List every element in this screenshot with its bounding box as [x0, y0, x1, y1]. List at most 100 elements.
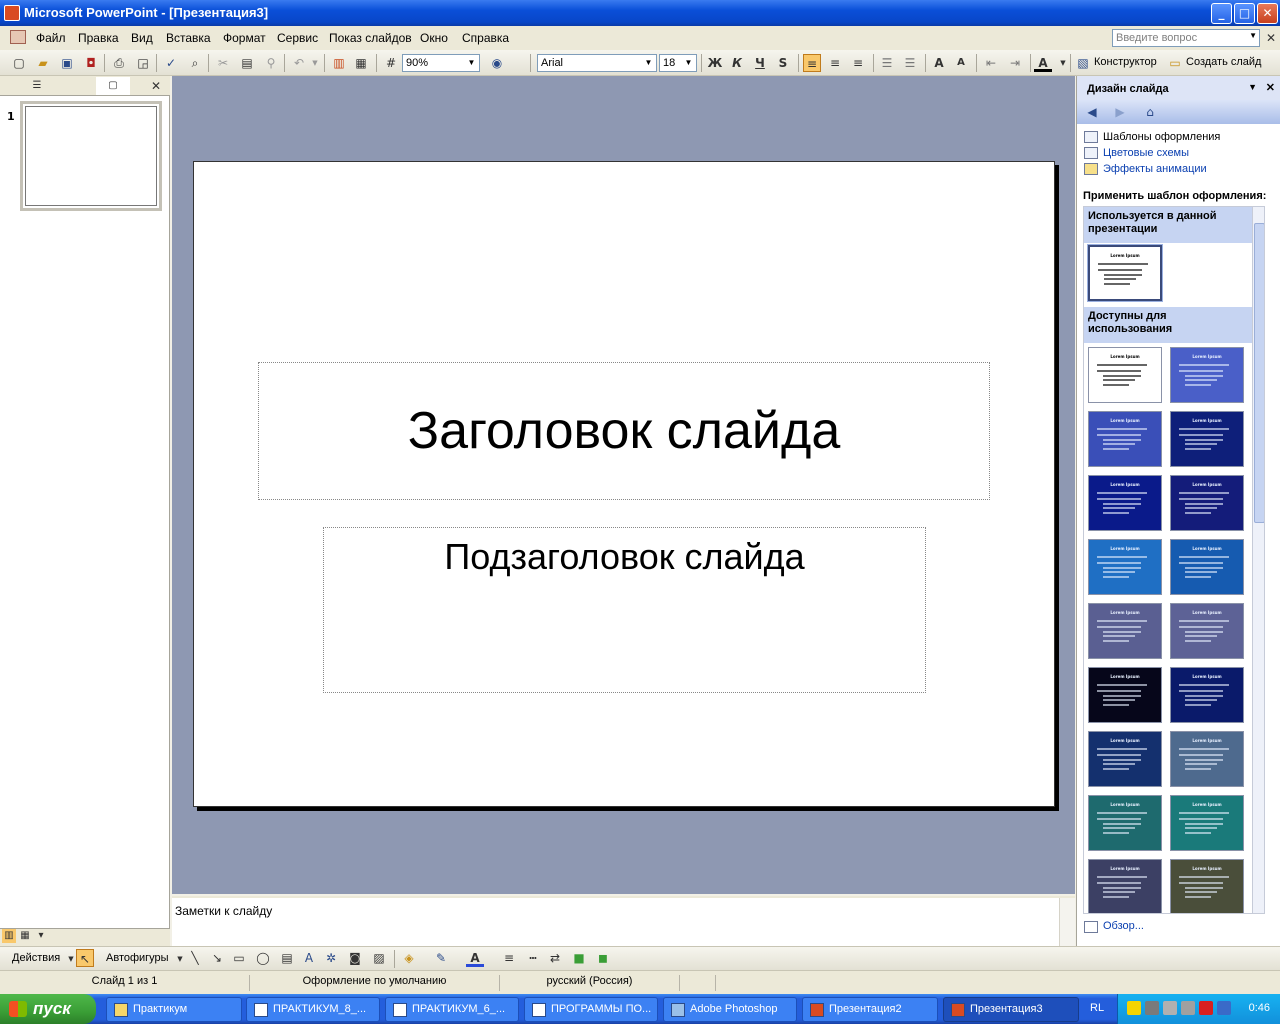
print-icon[interactable]: ⎙ [110, 54, 128, 72]
menu-slideshow[interactable]: Показ слайдов [329, 31, 412, 45]
menu-tools[interactable]: Сервис [277, 31, 318, 45]
design-template-thumbnail[interactable]: Lorem Ipsum [1170, 731, 1244, 787]
numbering-icon[interactable]: ☰ [878, 54, 896, 72]
save-icon[interactable]: ▣ [58, 54, 76, 72]
taskbar-button-presentation3[interactable]: Презентация3 [943, 997, 1079, 1022]
menu-file[interactable]: Файл [36, 31, 66, 45]
gallery-scrollbar[interactable] [1252, 207, 1264, 913]
chevron-down-icon[interactable]: ▼ [642, 56, 655, 70]
close-button[interactable]: ✕ [1257, 3, 1278, 24]
taskbar-button-praktikum6[interactable]: ПРАКТИКУМ_6_... [385, 997, 519, 1022]
chevron-down-icon[interactable]: ▼ [682, 56, 695, 70]
menu-window[interactable]: Окно [420, 31, 448, 45]
design-template-thumbnail[interactable]: Lorem Ipsum [1088, 475, 1162, 531]
slide-thumbnail[interactable] [20, 101, 162, 211]
home-icon[interactable]: ⌂ [1141, 104, 1159, 120]
chevron-down-icon[interactable]: ▼ [465, 56, 478, 70]
decrease-indent-icon[interactable]: ⇤ [982, 54, 1000, 72]
grid-icon[interactable]: # [382, 54, 400, 72]
font-select[interactable]: Arial ▼ [537, 54, 657, 72]
dash-style-icon[interactable]: ┅ [524, 949, 542, 967]
oval-icon[interactable]: ◯ [254, 949, 272, 967]
insert-table-icon[interactable]: ▦ [352, 54, 370, 72]
zoom-select[interactable]: 90% ▼ [402, 54, 480, 72]
new-file-icon[interactable]: ▢ [10, 54, 28, 72]
design-template-thumbnail[interactable]: Lorem Ipsum [1170, 411, 1244, 467]
align-left-icon[interactable]: ≡ [803, 54, 821, 72]
scrollbar-thumb[interactable] [1254, 223, 1264, 523]
bold-button[interactable]: Ж [706, 54, 724, 72]
close-icon[interactable]: ✕ [147, 77, 165, 95]
normal-view-icon[interactable]: ▥ [2, 929, 16, 943]
menu-edit[interactable]: Правка [78, 31, 119, 45]
wordart-icon[interactable]: A [300, 949, 318, 967]
design-template-thumbnail[interactable]: Lorem Ipsum [1088, 411, 1162, 467]
design-template-thumbnail[interactable]: Lorem Ipsum [1170, 347, 1244, 403]
minimize-button[interactable]: _ [1211, 3, 1232, 24]
design-template-thumbnail[interactable]: Lorem Ipsum [1088, 667, 1162, 723]
research-icon[interactable]: ⌕ [186, 54, 204, 72]
back-icon[interactable]: ◀ [1083, 104, 1101, 120]
line-style-icon[interactable]: ≡ [500, 949, 518, 967]
line-icon[interactable]: ╲ [186, 949, 204, 967]
insert-chart-icon[interactable]: ▥ [330, 54, 348, 72]
decrease-font-icon[interactable]: A [952, 54, 970, 72]
slide-subtitle-placeholder[interactable]: Подзаголовок слайда [323, 527, 926, 693]
textbox-icon[interactable]: ▤ [278, 949, 296, 967]
print-preview-icon[interactable]: ◲ [134, 54, 152, 72]
start-button[interactable]: пуск [0, 994, 96, 1024]
taskbar-button-presentation2[interactable]: Презентация2 [802, 997, 938, 1022]
slide-sorter-icon[interactable]: ▦ [18, 929, 32, 943]
usb-icon[interactable] [1181, 1001, 1195, 1015]
align-right-icon[interactable]: ≡ [849, 54, 867, 72]
maximize-button[interactable]: □ [1234, 3, 1255, 24]
3d-style-icon[interactable]: ◼ [594, 949, 612, 967]
underline-button[interactable]: Ч [751, 54, 769, 72]
slides-tab[interactable]: ▢ [96, 77, 130, 95]
font-color-icon[interactable]: A [466, 949, 484, 967]
menu-view[interactable]: Вид [131, 31, 153, 45]
font-color-icon[interactable]: A [1034, 54, 1052, 72]
taskbar-button-praktikum8[interactable]: ПРАКТИКУМ_8_... [246, 997, 380, 1022]
design-template-thumbnail[interactable]: Lorem Ipsum [1088, 859, 1162, 913]
link-color-schemes[interactable]: Цветовые схемы [1103, 147, 1189, 159]
design-template-thumbnail[interactable]: Lorem Ipsum [1088, 603, 1162, 659]
design-template-thumbnail[interactable]: Lorem Ipsum [1170, 795, 1244, 851]
line-color-icon[interactable]: ✎ [432, 949, 450, 967]
diagram-icon[interactable]: ✲ [322, 949, 340, 967]
shadow-style-icon[interactable]: ■ [570, 949, 588, 967]
notes-pane[interactable]: Заметки к слайду [172, 896, 1075, 946]
menu-help[interactable]: Справка [462, 31, 509, 45]
menu-insert[interactable]: Вставка [166, 31, 211, 45]
bullets-icon[interactable]: ☰ [901, 54, 919, 72]
picture-icon[interactable]: ▨ [370, 949, 388, 967]
browse-link[interactable]: Обзор... [1103, 920, 1144, 932]
design-template-thumbnail[interactable]: Lorem Ipsum [1170, 539, 1244, 595]
new-slide-button[interactable]: Создать слайд [1186, 56, 1261, 68]
link-design-templates[interactable]: Шаблоны оформления [1103, 131, 1220, 143]
actions-menu[interactable]: Действия [12, 952, 60, 964]
design-template-thumbnail[interactable]: Lorem Ipsum [1087, 244, 1163, 302]
align-center-icon[interactable]: ≡ [826, 54, 844, 72]
increase-indent-icon[interactable]: ⇥ [1006, 54, 1024, 72]
design-template-thumbnail[interactable]: Lorem Ipsum [1170, 603, 1244, 659]
taskbar-button-praktikum[interactable]: Практикум [106, 997, 242, 1022]
document-icon[interactable] [10, 30, 26, 44]
format-painter-icon[interactable]: ⚲ [262, 54, 280, 72]
design-template-thumbnail[interactable]: Lorem Ipsum [1170, 475, 1244, 531]
outline-tab[interactable]: ☰ [28, 77, 46, 95]
design-icon[interactable]: ▧ [1074, 54, 1092, 72]
tray-app-icon[interactable] [1217, 1001, 1231, 1015]
slide-title-placeholder[interactable]: Заголовок слайда [258, 362, 990, 500]
select-arrow-icon[interactable]: ↖ [76, 949, 94, 967]
open-folder-icon[interactable]: ▰ [34, 54, 52, 72]
help-icon[interactable]: ◉ [488, 54, 506, 72]
designer-button[interactable]: Конструктор [1094, 56, 1157, 68]
link-animation-effects[interactable]: Эффекты анимации [1103, 163, 1207, 175]
forward-icon[interactable]: ▶ [1111, 104, 1129, 120]
cut-icon[interactable]: ✂ [214, 54, 232, 72]
paste-icon[interactable]: ▤ [238, 54, 256, 72]
taskbar-button-programmy[interactable]: ПРОГРАММЫ ПО... [524, 997, 658, 1022]
network-icon[interactable] [1145, 1001, 1159, 1015]
design-template-thumbnail[interactable]: Lorem Ipsum [1088, 731, 1162, 787]
